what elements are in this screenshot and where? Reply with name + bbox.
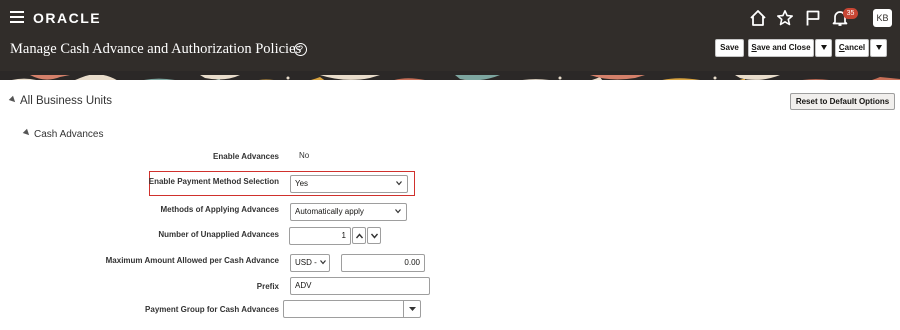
methods-of-applying-label: Methods of Applying Advances <box>160 205 279 214</box>
collapse-triangle-icon <box>8 95 18 105</box>
user-avatar[interactable]: KB <box>873 9 892 27</box>
global-header: ORACLE 35 KB <box>0 0 900 36</box>
subsection-title: Cash Advances <box>34 129 104 140</box>
methods-of-applying-value: Automatically apply <box>295 207 364 216</box>
methods-of-applying-select[interactable]: Automatically apply <box>290 203 407 221</box>
chevron-down-icon <box>395 209 401 214</box>
cancel-button[interactable]: Cancel <box>835 39 869 57</box>
enable-advances-value: No <box>299 151 310 160</box>
home-icon[interactable] <box>749 9 767 27</box>
max-amount-input[interactable]: 0.00 <box>341 254 425 272</box>
section-all-business-units[interactable]: All Business Units <box>8 95 113 107</box>
decorative-banner <box>0 71 900 80</box>
payment-group-input[interactable] <box>283 300 421 318</box>
oracle-logo[interactable]: ORACLE <box>33 10 101 26</box>
prefix-input[interactable]: ADV <box>290 277 430 295</box>
collapse-triangle-icon <box>22 128 32 138</box>
chevron-up-icon <box>356 233 363 239</box>
enable-advances-label: Enable Advances <box>213 152 279 161</box>
cancel-options-dropdown[interactable] <box>870 39 887 57</box>
chevron-down-icon <box>320 260 326 265</box>
chevron-down-icon <box>396 181 402 186</box>
page-title: Manage Cash Advance and Authorization Po… <box>10 41 302 57</box>
star-icon[interactable] <box>776 9 794 27</box>
save-options-dropdown[interactable] <box>815 39 832 57</box>
increment-button[interactable] <box>352 227 366 244</box>
subsection-cash-advances[interactable]: Cash Advances <box>22 128 104 140</box>
prefix-label: Prefix <box>256 282 279 291</box>
payment-group-dropdown-button[interactable] <box>403 301 420 317</box>
save-and-close-button[interactable]: Save and Close <box>748 39 814 57</box>
enable-payment-method-value: Yes <box>295 179 309 188</box>
chevron-down-icon <box>371 233 378 239</box>
currency-select[interactable]: USD - <box>290 254 330 272</box>
save-and-close-label: ave and Close <box>756 43 811 52</box>
flag-icon[interactable] <box>804 9 822 27</box>
chevron-down-icon <box>875 45 882 51</box>
hamburger-menu-icon[interactable] <box>10 11 24 23</box>
enable-payment-method-select[interactable]: Yes <box>290 175 408 193</box>
help-icon[interactable]: ? <box>294 43 307 56</box>
reset-to-default-button[interactable]: Reset to Default Options <box>790 93 895 110</box>
chevron-down-icon <box>820 45 827 51</box>
currency-value: USD - <box>295 258 317 267</box>
chevron-down-icon <box>409 307 416 311</box>
section-title: All Business Units <box>20 95 113 107</box>
max-amount-label: Maximum Amount Allowed per Cash Advance <box>105 256 279 265</box>
decrement-button[interactable] <box>367 227 381 244</box>
cancel-label: ancel <box>844 43 866 52</box>
page-header: Manage Cash Advance and Authorization Po… <box>0 36 900 71</box>
save-button[interactable]: Save <box>715 39 744 57</box>
number-unapplied-label: Number of Unapplied Advances <box>158 230 279 239</box>
notification-count-badge: 35 <box>843 8 858 19</box>
number-unapplied-input[interactable]: 1 <box>289 227 351 245</box>
enable-payment-method-label: Enable Payment Method Selection <box>148 177 279 186</box>
payment-group-label: Payment Group for Cash Advances <box>145 305 279 314</box>
